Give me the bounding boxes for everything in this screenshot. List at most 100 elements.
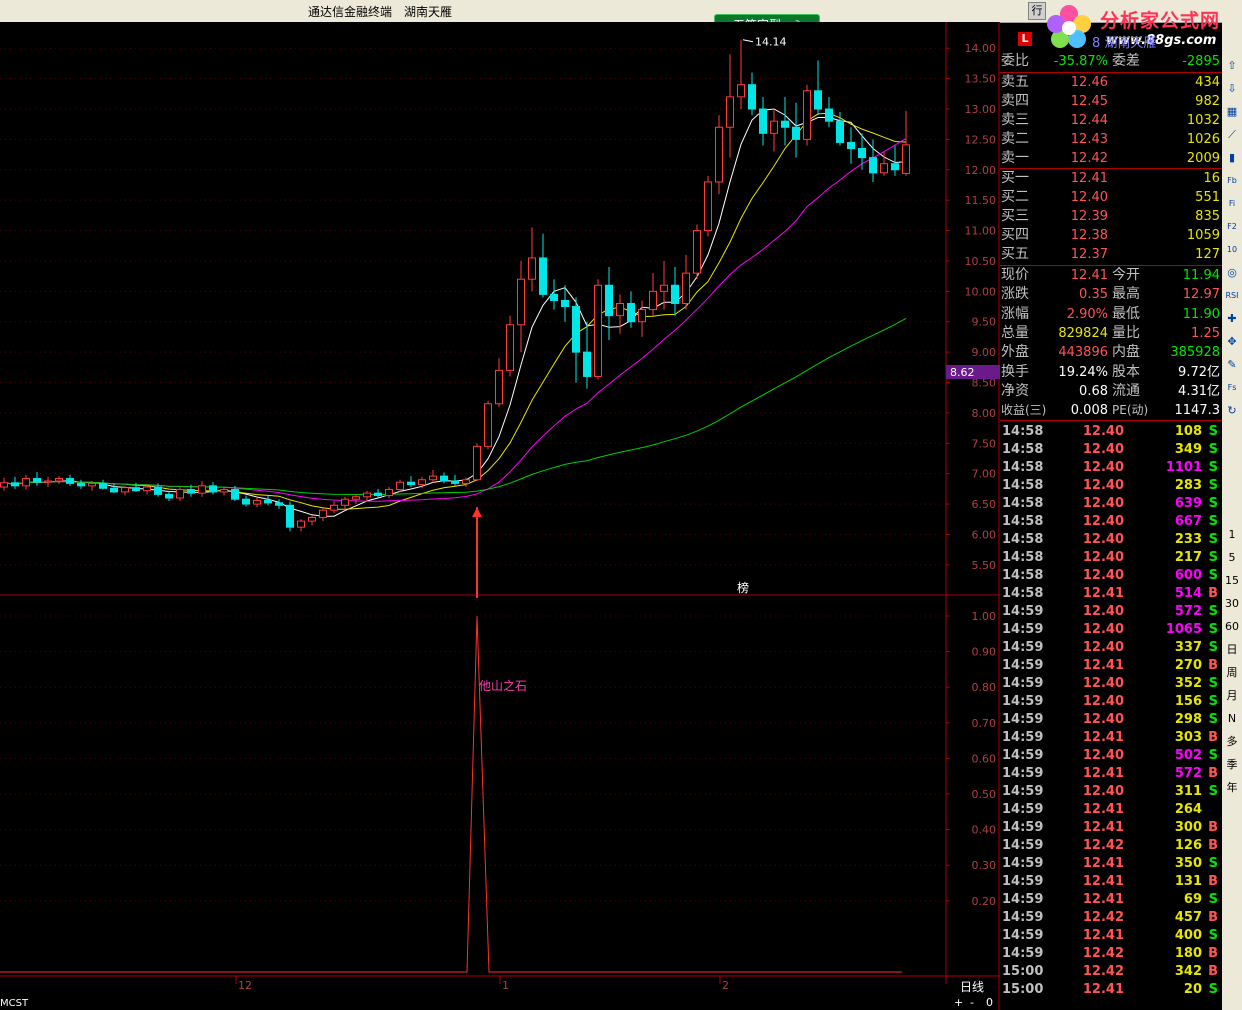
date-tick-label: 12 [238, 979, 252, 992]
tick-row: 14:59 12.40 572 S [1002, 604, 1218, 619]
ask-row[interactable]: 卖四 12.45 982 [1000, 92, 1222, 111]
tick-row: 14:58 12.40 349 S [1002, 442, 1218, 457]
period-button[interactable]: 30 [1224, 596, 1240, 612]
candle [473, 443, 481, 481]
reset-button[interactable]: 0 [986, 996, 993, 1009]
bid-row[interactable]: 买四 12.38 1059 [1000, 226, 1222, 245]
current-price-tag: 8.62 [946, 365, 1000, 379]
indicator-tick-label: 0.20 [972, 895, 997, 908]
tick-row: 14:59 12.41 400 S [1002, 928, 1218, 943]
kline-chart[interactable]: 14.0013.5013.0012.5012.0011.5011.0010.50… [0, 22, 1000, 1010]
price-tick-label: 9.00 [972, 346, 997, 359]
period-button[interactable]: 60 [1224, 619, 1240, 635]
period-button[interactable]: 年 [1224, 780, 1240, 796]
tick-row: 14:58 12.41 514 B [1002, 586, 1218, 601]
stat-row: 总量 829824 量比 1.25 [1001, 324, 1220, 341]
period-button[interactable]: N [1224, 711, 1240, 727]
fi-icon[interactable]: Fi [1224, 196, 1240, 212]
tick-row: 14:59 12.41 264 [1002, 802, 1202, 817]
bid-row[interactable]: 买五 12.37 127 [1000, 245, 1222, 264]
tick-row: 14:59 12.42 126 B [1002, 838, 1218, 853]
svg-text:8.62: 8.62 [950, 366, 975, 379]
stat-row: 现价 12.41 今开 11.94 [1001, 267, 1220, 283]
price-tick-label: 13.50 [965, 73, 997, 86]
up-arrow-icon[interactable]: ⇧ [1224, 58, 1240, 74]
zoom-out-button[interactable]: - [970, 996, 974, 1009]
tick-row: 14:58 12.40 108 S [1002, 424, 1218, 439]
bid-row[interactable]: 买一 12.41 16 [1000, 169, 1222, 188]
tick-row: 14:58 12.40 217 S [1002, 550, 1218, 565]
f2-icon[interactable]: F2 [1224, 219, 1240, 235]
price-tick-label: 7.50 [972, 437, 997, 450]
period-button[interactable]: 月 [1224, 688, 1240, 704]
weibi-value: -35.87% [1053, 54, 1108, 69]
stat-row: 收益(三) 0.008 PE(动) 1147.3 [1001, 403, 1220, 419]
indicator-tick-label: 0.90 [972, 646, 997, 659]
rsi-icon[interactable]: RSI [1224, 288, 1240, 304]
panel-divider [1000, 72, 1222, 73]
stat-row: 外盘 443896 内盘 385928 [1001, 344, 1220, 361]
candle [803, 84, 811, 146]
ask-row[interactable]: 卖一 12.42 2009 [1000, 149, 1222, 168]
period-button[interactable]: 5 [1224, 550, 1240, 566]
indicator-name[interactable]: MCST [0, 998, 29, 1009]
tick-row: 14:59 12.40 298 S [1002, 712, 1218, 727]
price-tick-label: 12.50 [965, 133, 997, 146]
period-label[interactable]: 日线 [960, 978, 984, 995]
chart-grid [0, 22, 1000, 1010]
tick-row: 14:59 12.40 352 S [1002, 676, 1218, 691]
refresh-icon[interactable]: ↻ [1224, 403, 1240, 419]
level-badge: L [1018, 32, 1032, 46]
app-title: 通达信金融终端 [308, 5, 393, 19]
tick-row: 14:58 12.40 1101 S [1002, 460, 1218, 475]
move-icon[interactable]: ✥ [1224, 334, 1240, 350]
pen-icon[interactable]: ✎ [1224, 357, 1240, 373]
price-tick-label: 13.00 [965, 103, 997, 116]
tick-row: 14:59 12.41 131 B [1002, 874, 1218, 889]
candle-icon[interactable]: ▮ [1224, 150, 1240, 166]
line-chart-icon[interactable]: ⟋ [1224, 127, 1240, 143]
down-arrow-icon[interactable]: ⇩ [1224, 81, 1240, 97]
price-tick-label: 10.50 [965, 255, 997, 268]
ask-row[interactable]: 卖五 12.46 434 [1000, 73, 1222, 92]
weibi-row: 委比 -35.87% 委差 -2895 [1001, 53, 1220, 69]
bid-row[interactable]: 买二 12.40 551 [1000, 188, 1222, 207]
user-name: 湖南天雁 [404, 5, 453, 19]
period-button[interactable]: 季 [1224, 757, 1240, 773]
list-marker: 榜 [737, 580, 749, 595]
tick-row: 14:59 12.42 457 B [1002, 910, 1218, 925]
tick-row: 15:00 12.42 342 B [1002, 964, 1218, 979]
indicator-tick-label: 0.60 [972, 752, 997, 765]
period-button[interactable]: 日 [1224, 642, 1240, 658]
stat-row: 涨跌 0.35 最高 12.97 [1001, 286, 1220, 303]
fs-icon[interactable]: Fs [1224, 380, 1240, 396]
f10-icon[interactable]: 10 [1224, 242, 1240, 258]
price-tick-label: 11.00 [965, 225, 997, 238]
period-button[interactable]: 多 [1224, 734, 1240, 750]
price-tick-label: 6.00 [972, 528, 997, 541]
circle-icon[interactable]: ◎ [1224, 265, 1240, 281]
period-button[interactable]: 周 [1224, 665, 1240, 681]
stat-row: 净资 0.68 流通 4.31亿 [1001, 382, 1220, 399]
period-button[interactable]: 1 [1224, 527, 1240, 543]
stock-code: 8 湖南天雁 [1092, 36, 1157, 51]
candle [484, 400, 492, 450]
date-tick-label: 1 [502, 979, 509, 992]
tick-row: 14:59 12.40 337 S [1002, 640, 1218, 655]
panel-divider [1000, 420, 1222, 421]
candle [594, 279, 602, 380]
zoom-in-button[interactable]: + [954, 996, 963, 1009]
fib-icon[interactable]: Fb [1224, 173, 1240, 189]
period-button[interactable]: 15 [1224, 573, 1240, 589]
price-tick-label: 5.50 [972, 559, 997, 572]
search-icon[interactable]: ✚ [1224, 311, 1240, 327]
tick-row: 15:00 12.41 20 S [1002, 982, 1218, 997]
indicator-tick-label: 1.00 [972, 610, 997, 623]
price-tick-label: 10.00 [965, 285, 997, 298]
ask-row[interactable]: 卖二 12.43 1026 [1000, 130, 1222, 149]
candle [715, 115, 723, 195]
ask-row[interactable]: 卖三 12.44 1032 [1000, 111, 1222, 130]
tick-row: 14:59 12.40 502 S [1002, 748, 1218, 763]
grid-icon[interactable]: ▦ [1224, 104, 1240, 120]
bid-row[interactable]: 买三 12.39 835 [1000, 207, 1222, 226]
